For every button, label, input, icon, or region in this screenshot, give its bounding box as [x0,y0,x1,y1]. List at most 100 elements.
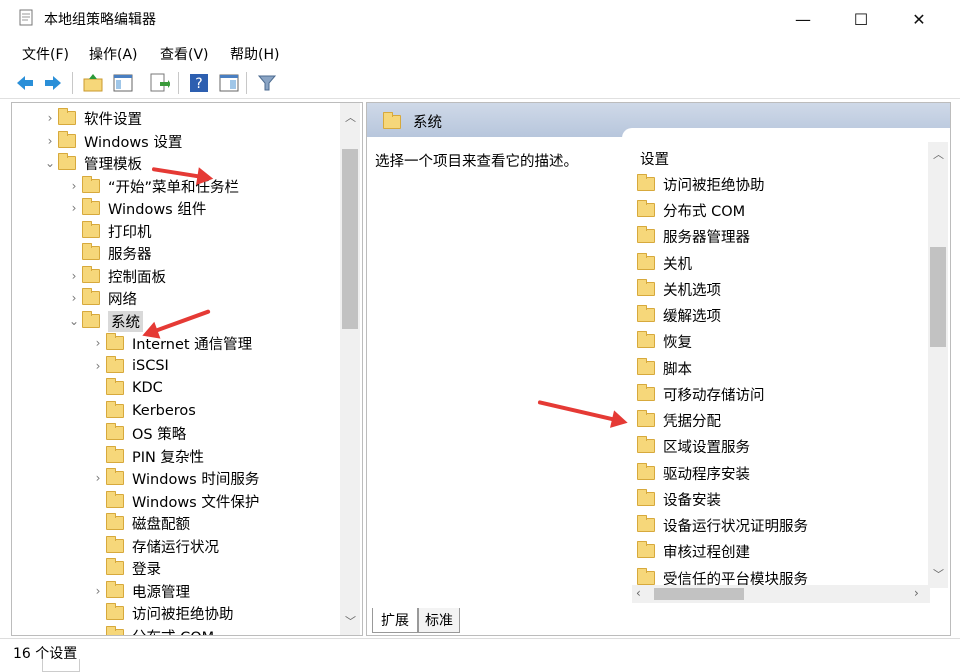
settings-list: 设置 访问被拒绝协助 分布式 COM 服务器管理器 关机 关机选项 缓解选项 恢… [622,128,950,607]
scrollbar-thumb[interactable] [930,247,946,347]
chevron-left-icon[interactable]: ‹ [636,586,641,600]
chevron-right-icon[interactable]: › [90,584,106,598]
list-item[interactable]: 服务器管理器 [637,225,750,247]
tree-item-admin-templates[interactable]: ⌄ 管理模板 [42,152,142,174]
settings-scrollbar[interactable]: ︿ ﹀ [928,142,948,588]
menu-bar: 文件(F) 操作(A) 查看(V) 帮助(H) [0,40,960,66]
tree-item-distributed-com[interactable]: 分布式 COM [90,625,214,636]
list-item[interactable]: 区域设置服务 [637,435,750,457]
list-item-label: 分布式 COM [663,203,746,220]
folder-icon [637,515,655,532]
tree-item-system[interactable]: ⌄ 系统 [66,310,143,332]
list-item[interactable]: 脚本 [637,357,692,379]
folder-icon [106,423,124,440]
tree-item-control-panel[interactable]: › 控制面板 [66,265,166,287]
list-item[interactable]: 缓解选项 [637,304,721,326]
tree-item-disk-quota[interactable]: 磁盘配额 [90,512,190,534]
tree-item-label: 访问被拒绝协助 [132,606,234,623]
list-item[interactable]: 分布式 COM [637,199,745,221]
tree-item-power-management[interactable]: › 电源管理 [90,580,190,602]
tree-item-iscsi[interactable]: › iSCSI [90,355,169,377]
tree-item-network[interactable]: › 网络 [66,287,137,309]
tree-item-label: 网络 [108,291,137,308]
export-list-icon[interactable] [148,72,171,94]
chevron-right-icon[interactable]: › [90,359,106,373]
show-hide-tree-icon[interactable] [112,72,134,94]
tree-item-kdc[interactable]: KDC [90,377,163,399]
list-item[interactable]: 访问被拒绝协助 [637,173,765,195]
tree-scrollbar[interactable]: ︿ ﹀ [340,103,360,635]
chevron-right-icon[interactable]: › [66,179,82,193]
tree-item-label: 磁盘配额 [132,516,190,533]
tree-item-logon[interactable]: 登录 [90,557,161,579]
close-button[interactable]: ✕ [896,0,942,38]
list-item[interactable]: 恢复 [637,330,692,352]
menu-view[interactable]: 查看(V) [160,44,209,64]
chevron-right-icon[interactable]: › [90,471,106,485]
chevron-right-icon[interactable]: › [66,201,82,215]
tab-extended[interactable]: 扩展 [372,608,418,633]
folder-icon [82,221,100,238]
toolbar-separator [246,72,247,94]
chevron-down-icon[interactable]: ⌄ [42,156,58,170]
chevron-right-icon[interactable]: › [42,134,58,148]
tree-item-access-denied[interactable]: 访问被拒绝协助 [90,602,234,624]
chevron-up-icon[interactable]: ︿ [345,109,356,125]
chevron-down-icon[interactable]: ﹀ [933,566,944,582]
folder-icon [637,436,655,453]
tree-item-label: 分布式 COM [132,626,214,636]
folder-icon [637,384,655,401]
chevron-down-icon[interactable]: ⌄ [66,314,82,328]
tree-item-internet-comm[interactable]: › Internet 通信管理 [90,332,252,354]
menu-action[interactable]: 操作(A) [89,44,138,64]
chevron-right-icon[interactable]: › [66,291,82,305]
tree-item-windows-settings[interactable]: › Windows 设置 [42,130,182,152]
folder-icon [82,288,100,305]
list-item[interactable]: 可移动存储访问 [637,383,765,405]
properties-icon[interactable] [218,72,240,94]
chevron-right-icon[interactable]: › [90,336,106,350]
tree-item-kerberos[interactable]: Kerberos [90,400,196,422]
minimize-button[interactable]: — [780,0,826,38]
list-item[interactable]: 凭据分配 [637,409,721,431]
settings-column-header[interactable]: 设置 [640,148,669,169]
maximize-button[interactable]: ☐ [838,0,884,38]
list-item[interactable]: 设备运行状况证明服务 [637,514,808,536]
settings-hscrollbar[interactable]: ‹ › [632,585,930,603]
chevron-right-icon[interactable]: › [914,586,919,600]
app-icon [18,9,34,27]
tree-item-os-policy[interactable]: OS 策略 [90,422,186,444]
tree-item-printers[interactable]: 打印机 [66,220,152,242]
list-item[interactable]: 设备安装 [637,488,721,510]
chevron-down-icon[interactable]: ﹀ [345,613,356,629]
filter-icon[interactable] [256,72,278,94]
scrollbar-thumb[interactable] [654,588,744,600]
tree-item-windows-file-protection[interactable]: Windows 文件保护 [90,490,259,512]
menu-file[interactable]: 文件(F) [22,44,69,64]
folder-icon [58,131,76,148]
tree-item-software-settings[interactable]: › 软件设置 [42,107,142,129]
description-text: 选择一个项目来查看它的描述。 [375,154,578,170]
tree-item-windows-components[interactable]: › Windows 组件 [66,197,206,219]
scrollbar-thumb[interactable] [342,149,358,329]
folder-icon [82,311,100,328]
chevron-right-icon[interactable]: › [42,111,58,125]
back-icon[interactable] [14,72,36,94]
up-folder-icon[interactable] [82,72,104,94]
list-item[interactable]: 驱动程序安装 [637,462,750,484]
tree-item-storage-health[interactable]: 存储运行状况 [90,535,219,557]
chevron-right-icon[interactable]: › [66,269,82,283]
folder-icon [106,603,124,620]
menu-help[interactable]: 帮助(H) [230,44,279,64]
chevron-up-icon[interactable]: ︿ [933,146,944,162]
help-icon[interactable]: ? [188,72,210,94]
tab-standard[interactable]: 标准 [418,608,460,633]
list-item[interactable]: 关机选项 [637,278,721,300]
tree-item-windows-time[interactable]: › Windows 时间服务 [90,467,259,489]
tree-item-server[interactable]: 服务器 [66,242,152,264]
list-item[interactable]: 审核过程创建 [637,540,750,562]
tree-item-pin-complexity[interactable]: PIN 复杂性 [90,445,204,467]
tree-item-label: 打印机 [108,224,152,241]
forward-icon[interactable] [42,72,64,94]
list-item[interactable]: 关机 [637,252,692,274]
